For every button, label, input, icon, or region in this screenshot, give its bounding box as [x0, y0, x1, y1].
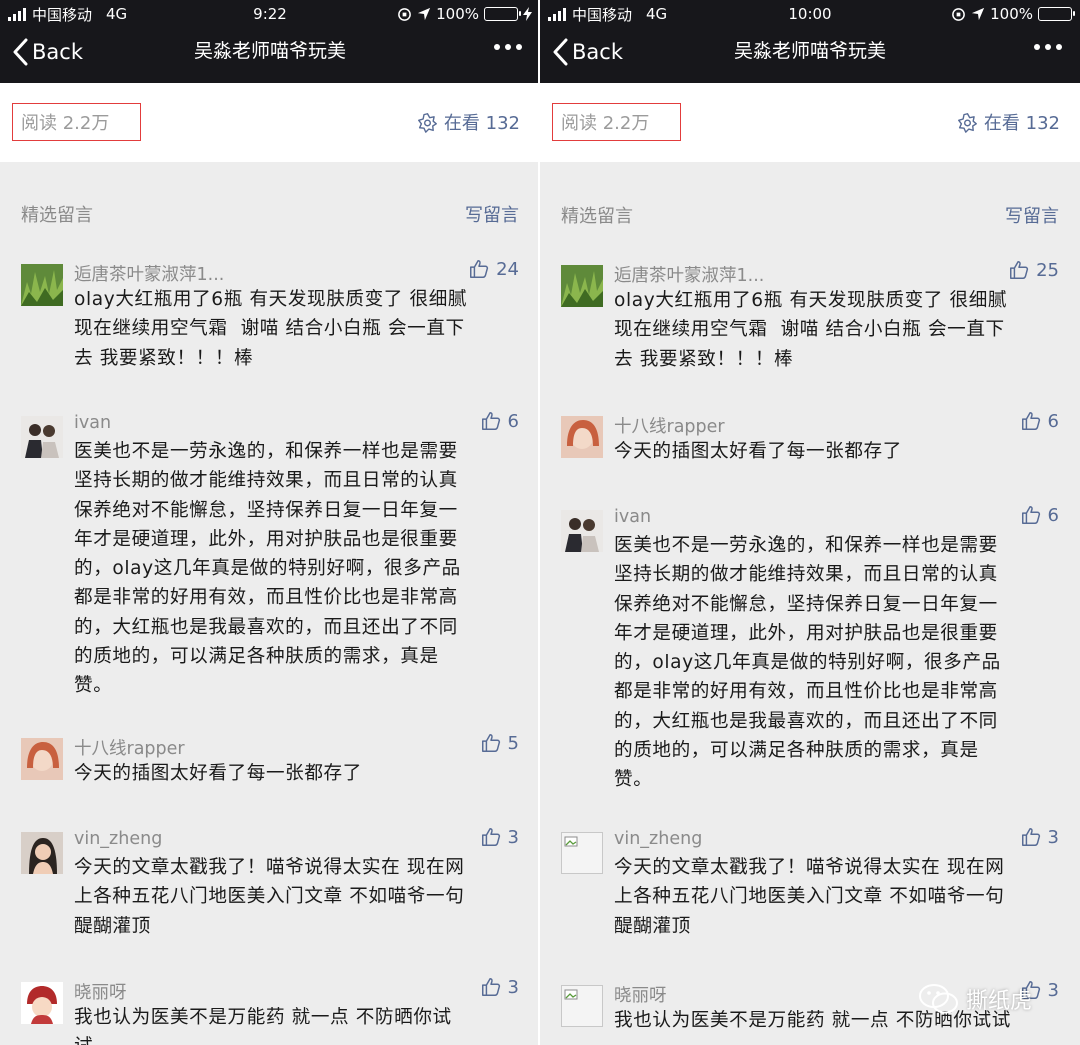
watching-button[interactable]: 在看 132 [417, 109, 520, 135]
avatar[interactable] [561, 416, 603, 458]
like-count: 3 [1047, 979, 1059, 1001]
commenter-name: 逅唐茶叶蒙淑萍1... [74, 265, 225, 285]
comments-header: 精选留言 写留言 [0, 193, 540, 233]
orientation-lock-icon [398, 7, 411, 21]
commenter-name: 逅唐茶叶蒙淑萍1... [614, 266, 765, 286]
comment-text: 今天的文章太戳我了！喵爷说得太实在 现在网 上各种五花八门地医美入门文章 不如喵… [74, 857, 465, 937]
read-count: 阅读 2.2万 [552, 103, 681, 141]
status-right: 100% [951, 3, 1075, 25]
comment-text: olay大红瓶用了6瓶 有天发现肤质变了 很细腻 现在继续用空气霜 谢喵 结合小… [614, 290, 1008, 370]
like-count: 6 [507, 410, 519, 432]
battery-percent: 100% [436, 5, 479, 23]
like-count: 3 [507, 976, 519, 998]
screenshot-left: 中国移动 4G 9:22 100% Back 吴淼老师喵爷玩美 阅读 2.2万 … [0, 0, 540, 1045]
like-count: 5 [507, 732, 519, 754]
like-button[interactable]: 6 [1020, 504, 1059, 526]
write-comment-button[interactable]: 写留言 [1005, 202, 1059, 228]
watching-label: 在看 132 [443, 113, 520, 134]
comment-text: 今天的文章太戳我了！喵爷说得太实在 现在网 上各种五花八门地医美入门文章 不如喵… [614, 857, 1005, 937]
top-bar: 中国移动 4G 10:00 100% Back 吴淼老师喵爷玩美 [540, 0, 1080, 83]
more-button[interactable] [1034, 44, 1062, 50]
battery-percent: 100% [990, 5, 1033, 23]
like-button[interactable]: 3 [480, 826, 519, 848]
commenter-name: 十八线rapper [74, 739, 185, 759]
avatar[interactable] [561, 265, 603, 307]
avatar[interactable] [21, 832, 63, 874]
thumbs-up-icon [1021, 506, 1040, 524]
commenter-name: ivan [614, 507, 652, 527]
like-button[interactable]: 25 [1008, 259, 1059, 281]
like-count: 6 [1047, 504, 1059, 526]
like-count: 3 [1047, 826, 1059, 848]
commenter-name: vin_zheng [614, 829, 703, 849]
read-count: 阅读 2.2万 [12, 103, 141, 141]
avatar[interactable] [21, 982, 63, 1024]
write-comment-button[interactable]: 写留言 [465, 201, 519, 227]
thumbs-up-icon [481, 412, 500, 430]
like-button[interactable]: 3 [480, 976, 519, 998]
like-count: 24 [496, 258, 519, 280]
avatar[interactable] [561, 510, 603, 552]
more-button[interactable] [494, 44, 522, 50]
featured-comments-title: 精选留言 [21, 205, 93, 226]
commenter-name: ivan [74, 413, 112, 433]
comment-text: 今天的插图太好看了每一张都存了 [614, 441, 902, 462]
comment-text: 医美也不是一劳永逸的，和保养一样也是需要 坚持长期的做才能维持效果，而且日常的认… [74, 441, 461, 697]
comment-text: 我也认为医美不是万能药 就一点 不防晒你试 试 [74, 1007, 452, 1045]
like-button[interactable]: 24 [468, 258, 519, 280]
watermark: 撕纸虎 [918, 982, 1032, 1016]
flower-icon [957, 112, 977, 133]
avatar[interactable] [21, 738, 63, 780]
article-stats: 阅读 2.2万 在看 132 [0, 83, 540, 162]
commenter-name: 晓丽呀 [614, 986, 667, 1006]
commenter-name: 晓丽呀 [74, 983, 127, 1003]
page-title: 吴淼老师喵爷玩美 [733, 40, 886, 62]
location-icon [417, 7, 431, 21]
battery-icon [1038, 7, 1075, 21]
thumbs-up-icon [481, 978, 500, 996]
like-button[interactable]: 3 [1020, 826, 1059, 848]
orientation-lock-icon [952, 7, 965, 21]
status-right: 100% [397, 3, 532, 25]
thumbs-up-icon [481, 828, 500, 846]
commenter-name: vin_zheng [74, 829, 163, 849]
flower-icon [417, 112, 437, 133]
article-stats: 阅读 2.2万 在看 132 [540, 83, 1080, 162]
charging-icon [523, 7, 532, 21]
avatar[interactable] [21, 416, 63, 458]
comments-header: 精选留言 写留言 [540, 194, 1080, 234]
commenter-name: 十八线rapper [614, 417, 725, 437]
battery-icon [484, 7, 521, 21]
thumbs-up-icon [1010, 261, 1029, 279]
thumbs-up-icon [1021, 828, 1040, 846]
avatar[interactable] [21, 264, 63, 306]
watching-label: 在看 132 [983, 113, 1060, 134]
like-button[interactable]: 6 [480, 410, 519, 432]
panel-divider [538, 0, 540, 1045]
watching-button[interactable]: 在看 132 [957, 109, 1060, 135]
watermark-text: 撕纸虎 [966, 989, 1033, 1014]
like-button[interactable]: 5 [480, 732, 519, 754]
avatar[interactable] [561, 985, 603, 1027]
like-count: 3 [507, 826, 519, 848]
page-title: 吴淼老师喵爷玩美 [193, 40, 346, 62]
location-icon [971, 7, 985, 21]
like-count: 6 [1047, 410, 1059, 432]
top-bar: 中国移动 4G 9:22 100% Back 吴淼老师喵爷玩美 [0, 0, 540, 83]
wechat-icon [919, 984, 958, 1014]
comment-text: olay大红瓶用了6瓶 有天发现肤质变了 很细腻 现在继续用空气霜 谢喵 结合小… [74, 289, 468, 369]
comment-text: 医美也不是一劳永逸的，和保养一样也是需要 坚持长期的做才能维持效果，而且日常的认… [614, 535, 1001, 791]
thumbs-up-icon [481, 734, 500, 752]
thumbs-up-icon [470, 260, 489, 278]
like-button[interactable]: 6 [1020, 410, 1059, 432]
thumbs-up-icon [1021, 412, 1040, 430]
comment-text: 今天的插图太好看了每一张都存了 [74, 763, 362, 784]
screenshot-right: 中国移动 4G 10:00 100% Back 吴淼老师喵爷玩美 阅读 2.2万… [540, 0, 1080, 1045]
avatar[interactable] [561, 832, 603, 874]
like-count: 25 [1036, 259, 1059, 281]
featured-comments-title: 精选留言 [561, 206, 633, 227]
